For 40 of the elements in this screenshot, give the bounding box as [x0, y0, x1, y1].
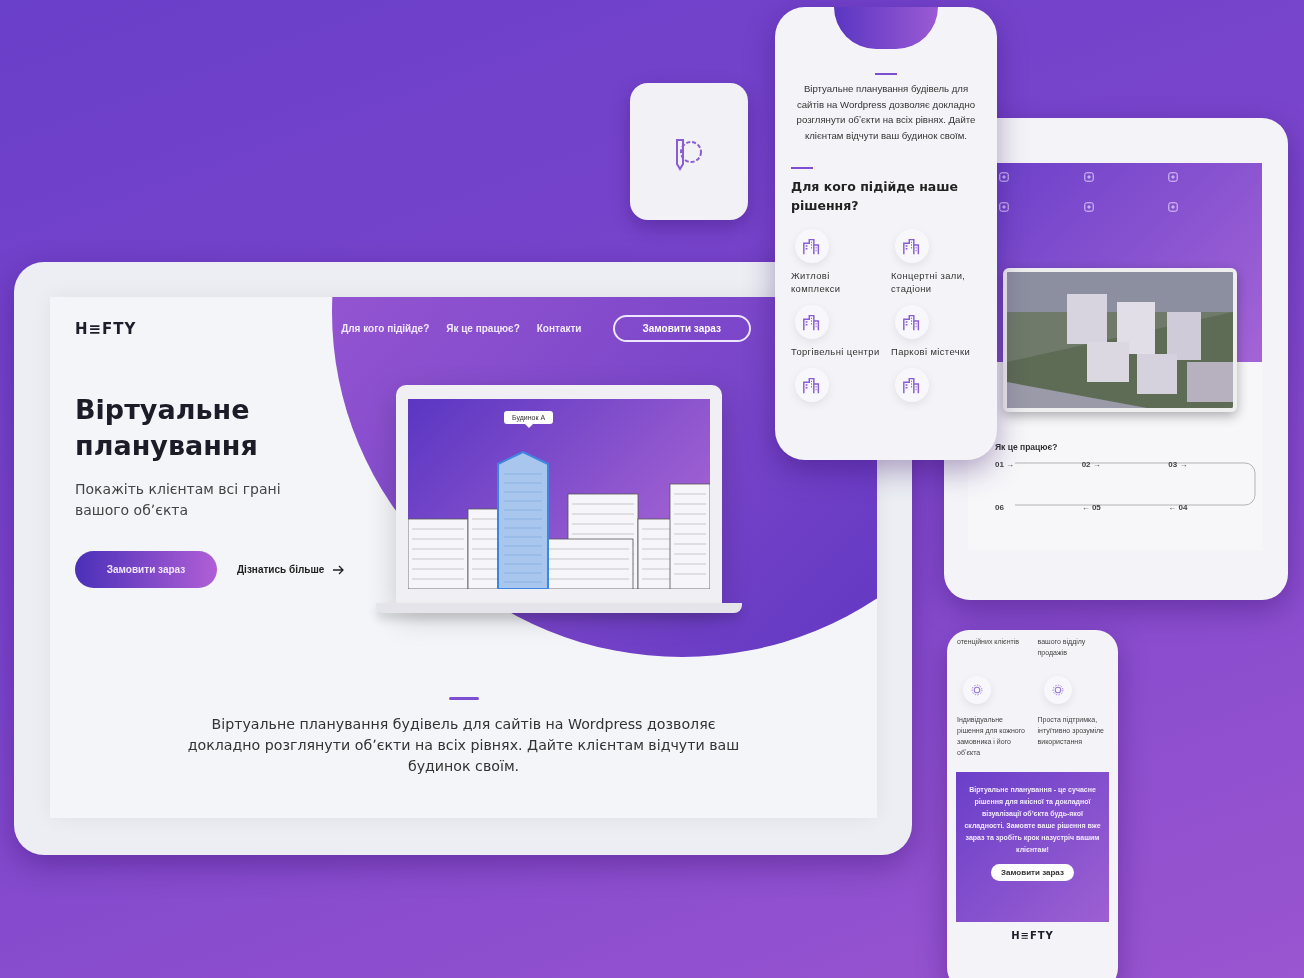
feature-icon: [998, 171, 1010, 183]
category-label: Паркові містечки: [891, 345, 972, 358]
building-icon: [802, 312, 822, 332]
logo[interactable]: H≡FTY: [1011, 930, 1054, 941]
step-number: ← 05: [1081, 503, 1102, 512]
order-button[interactable]: Замовити зараз: [612, 315, 751, 342]
nav-link[interactable]: Як це працює?: [446, 323, 520, 334]
feature-icon: [1082, 171, 1095, 183]
gear-icon: [1050, 683, 1065, 697]
learn-more-link[interactable]: Дізнатись більше: [237, 564, 345, 575]
building-icon: [902, 375, 922, 395]
feature-icon: [998, 201, 1010, 213]
section-heading: Для кого підійде наше рішення?: [791, 178, 960, 215]
step-number: 03 →: [1168, 460, 1189, 469]
nav-link[interactable]: Контакти: [536, 323, 582, 334]
description-text: Віртуальне планування будівель для сайтів на Wordpress дозволяє докладно розглянути обʼєкти на всіх рівнях. Дайте клієнтам відчути ваш будинок своїм.: [795, 82, 977, 143]
category-label: Житлові комплекси: [791, 269, 842, 295]
building-icon: [902, 236, 922, 256]
section-heading: Як це працює?: [995, 442, 1058, 452]
order-button[interactable]: Замовити зараз: [75, 551, 217, 588]
category-label: Концертні зали, стадіони: [891, 269, 967, 295]
gear-icon: [970, 683, 984, 697]
category-label: Торгівельні центри: [791, 345, 881, 358]
building-icon: [902, 312, 922, 332]
order-button[interactable]: Замовити зараз: [991, 864, 1074, 881]
building-icon: [802, 375, 822, 395]
nav-link[interactable]: Для кого підійде?: [341, 323, 430, 334]
arrow-icon: [332, 564, 345, 575]
step-number: 06: [995, 503, 1005, 512]
logo[interactable]: H≡FTY: [75, 319, 137, 338]
hero-title: Віртуальне планування: [75, 393, 259, 463]
feature-icon: [1167, 201, 1180, 213]
description-text: Віртуальне планування будівель для сайтів на Wordpress дозволяє докладно розглянути обʼєкти на всіх рівнях. Дайте клієнтам відчути ваш будинок своїм.: [186, 715, 741, 776]
feature-icon: [1167, 171, 1180, 183]
hero-subtitle: Покажіть клієнтам всі грані вашого обʼєкта: [75, 480, 282, 520]
step-number: ← 04: [1168, 503, 1189, 512]
building-icon: [802, 236, 822, 256]
feature-icon: [1082, 201, 1095, 213]
step-number: 01 →: [995, 460, 1016, 469]
step-number: 02 →: [1081, 460, 1102, 469]
